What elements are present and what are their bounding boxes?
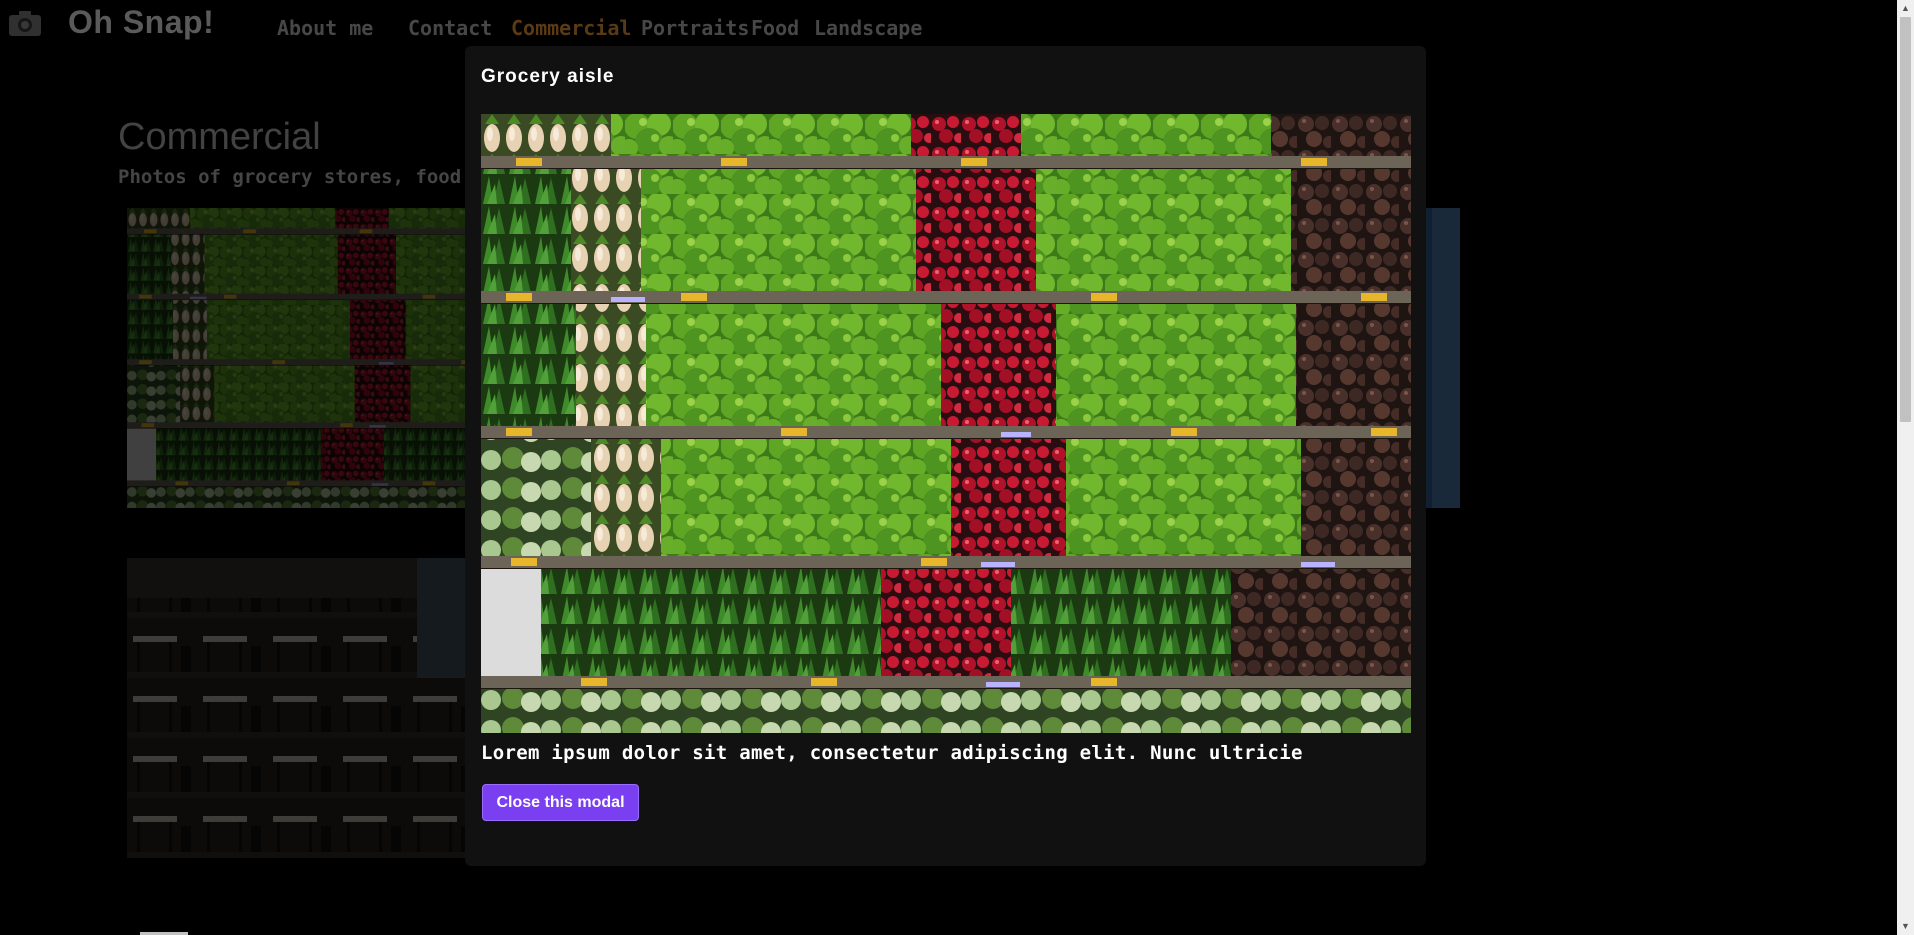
modal-title: Grocery aisle	[481, 66, 615, 87]
close-modal-button[interactable]: Close this modal	[482, 784, 639, 821]
modal-image	[481, 114, 1411, 733]
scrollbar-thumb[interactable]	[1900, 17, 1911, 422]
scroll-down-arrow-icon[interactable]: ▼	[1897, 918, 1914, 935]
scroll-up-arrow-icon[interactable]: ▲	[1897, 0, 1914, 17]
grocery-aisle-image	[481, 114, 1411, 733]
image-modal: Grocery aisle Lorem ipsum dolor sit amet…	[465, 46, 1426, 866]
modal-description: Lorem ipsum dolor sit amet, consectetur …	[481, 742, 1303, 764]
vertical-scrollbar[interactable]: ▲ ▼	[1897, 0, 1914, 935]
